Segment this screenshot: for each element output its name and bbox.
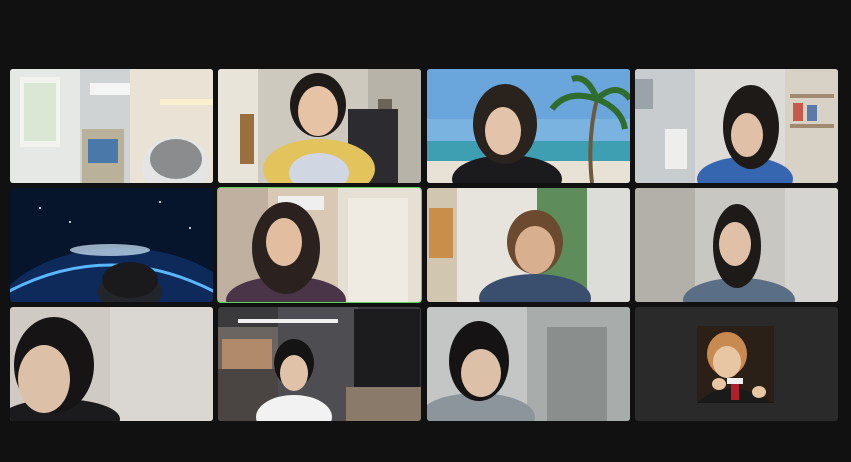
participant-video-tile[interactable] (427, 69, 630, 183)
participant-video (10, 69, 213, 183)
video-gallery (0, 0, 851, 462)
participant-video-tile[interactable] (218, 69, 421, 183)
participant-video-tile-active-speaker[interactable] (217, 187, 422, 303)
participant-video-tile[interactable] (218, 307, 421, 421)
participant-video-tile[interactable] (10, 69, 213, 183)
participant-video (218, 69, 421, 183)
participant-video (218, 188, 421, 302)
participant-video (427, 188, 630, 302)
participant-video (427, 69, 630, 183)
participant-video-tile[interactable] (10, 307, 213, 421)
participant-video (427, 307, 630, 421)
participant-tile-video-off[interactable] (635, 307, 838, 421)
participant-video (10, 307, 213, 421)
participant-video (635, 188, 838, 302)
participant-video-tile[interactable] (635, 69, 838, 183)
profile-picture (697, 326, 774, 403)
participant-video-tile[interactable] (10, 188, 213, 302)
participant-video (10, 188, 213, 302)
participant-video-tile[interactable] (635, 188, 838, 302)
participant-video-tile[interactable] (427, 307, 630, 421)
participant-video-tile[interactable] (427, 188, 630, 302)
participant-video (635, 69, 838, 183)
participant-video (218, 307, 421, 421)
